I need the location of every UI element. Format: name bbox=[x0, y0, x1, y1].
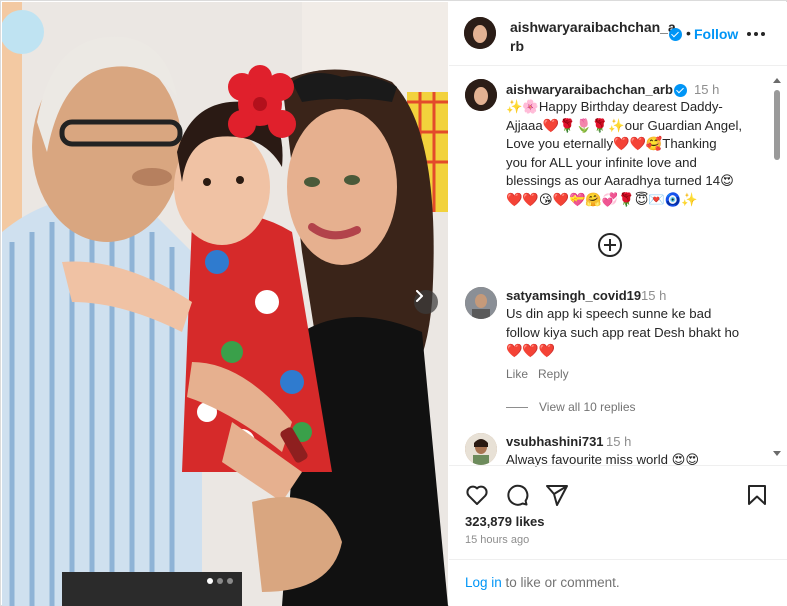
comment-time[interactable]: 15 h bbox=[641, 288, 666, 303]
heart-icon[interactable] bbox=[465, 483, 489, 507]
scrollbar-thumb[interactable] bbox=[774, 90, 780, 160]
scroll-down-arrow-icon[interactable] bbox=[773, 451, 781, 456]
avatar-portrait-icon bbox=[465, 433, 497, 465]
comment-text: Us din app ki speech sunne ke bad follow… bbox=[506, 306, 740, 358]
verified-badge-icon bbox=[674, 84, 687, 97]
caption-avatar[interactable] bbox=[465, 79, 497, 111]
post-dialog: aishwaryaraibachchan_a rb • Follow aishw… bbox=[0, 0, 787, 606]
bookmark-icon[interactable] bbox=[745, 483, 769, 507]
next-photo-button[interactable] bbox=[414, 290, 438, 314]
caption-text: ✨🌸Happy Birthday dearest Daddy- Ajjaaa❤️… bbox=[506, 99, 743, 207]
caption-time[interactable]: 15 h bbox=[694, 82, 719, 97]
post-header: aishwaryaraibachchan_a rb • Follow bbox=[449, 2, 787, 66]
comment-avatar[interactable] bbox=[465, 287, 497, 319]
comment-username[interactable]: vsubhashini731 bbox=[506, 434, 604, 449]
caption-username[interactable]: aishwaryaraibachchan_arb bbox=[506, 82, 673, 97]
author-avatar[interactable] bbox=[464, 17, 496, 49]
author-username-line2[interactable]: rb bbox=[510, 37, 670, 56]
header-separator: • bbox=[686, 25, 691, 41]
login-link[interactable]: Log in bbox=[465, 575, 502, 590]
chevron-right-icon bbox=[416, 290, 423, 302]
post-time-ago[interactable]: 15 hours ago bbox=[465, 534, 529, 546]
login-prompt: Log in to like or comment. bbox=[465, 575, 620, 590]
author-username[interactable]: aishwaryaraibachchan_a rb bbox=[510, 18, 676, 56]
carousel-dot bbox=[217, 578, 223, 584]
carousel-dot-active bbox=[207, 578, 213, 584]
post-photo[interactable] bbox=[2, 2, 448, 606]
author-username-line1[interactable]: aishwaryaraibachchan_a bbox=[510, 18, 676, 37]
comment-username[interactable]: satyamsingh_covid19 bbox=[506, 288, 641, 303]
plus-circle-icon[interactable] bbox=[598, 233, 622, 257]
follow-button[interactable]: Follow bbox=[694, 26, 738, 42]
verified-badge-icon bbox=[669, 28, 682, 41]
likes-count[interactable]: 323,879 likes bbox=[465, 514, 545, 529]
comment-time[interactable]: 15 h bbox=[606, 434, 631, 449]
comment-like-button[interactable]: Like bbox=[506, 367, 528, 381]
more-options-icon[interactable] bbox=[747, 32, 765, 36]
scroll-up-arrow-icon[interactable] bbox=[773, 78, 781, 83]
login-prompt-text: to like or comment. bbox=[501, 575, 620, 590]
replies-divider bbox=[506, 407, 528, 408]
avatar-portrait-icon bbox=[464, 17, 496, 49]
avatar-portrait-icon bbox=[465, 79, 497, 111]
photo-illustration bbox=[2, 2, 448, 606]
comment-icon[interactable] bbox=[505, 483, 529, 507]
carousel-dot bbox=[227, 578, 233, 584]
comment-reply-button[interactable]: Reply bbox=[538, 367, 569, 381]
avatar-portrait-icon bbox=[465, 287, 497, 319]
comment-avatar[interactable] bbox=[465, 433, 497, 465]
post-sidebar: aishwaryaraibachchan_a rb • Follow aishw… bbox=[449, 2, 787, 606]
share-icon[interactable] bbox=[545, 483, 569, 507]
view-replies-button[interactable]: View all 10 replies bbox=[539, 400, 636, 414]
carousel-dots bbox=[207, 578, 233, 584]
